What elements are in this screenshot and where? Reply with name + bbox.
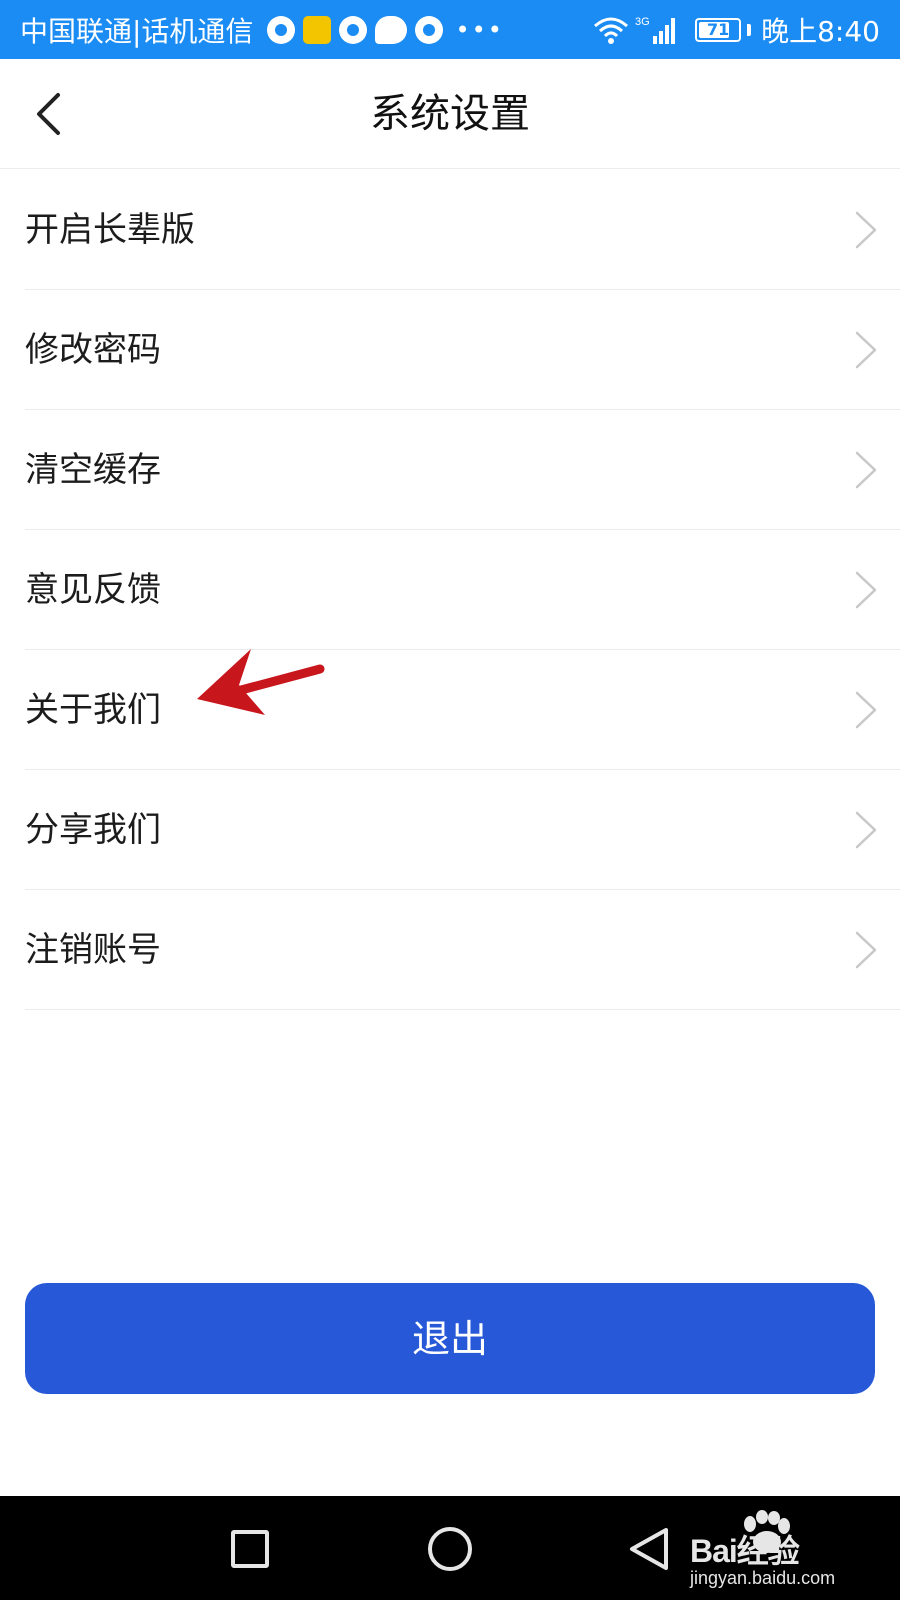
signal-3g-icon: 3G [635, 16, 676, 44]
menu-item-delete-account[interactable]: 注销账号 [25, 890, 900, 1010]
chevron-right-icon [855, 811, 877, 849]
menu-item-clear-cache[interactable]: 清空缓存 [25, 410, 900, 530]
status-right: 3G 71 晚上8:40 [593, 0, 880, 59]
home-icon[interactable] [428, 1527, 472, 1571]
red-arrow-icon [197, 649, 325, 715]
menu-item-label: 清空缓存 [25, 450, 161, 490]
chevron-right-icon [855, 931, 877, 969]
status-bar: 中国联通|话机通信 ••• 3G 71 晚上8:40 [0, 0, 900, 59]
back-triangle-icon[interactable] [626, 1526, 672, 1572]
app-notification-icon [267, 15, 296, 44]
watermark-brand: Bai经验 [690, 1533, 800, 1569]
menu-item-about-us[interactable]: 关于我们 [25, 650, 900, 770]
logout-button[interactable]: 退出 [25, 1283, 875, 1394]
news-app-icon [303, 15, 332, 44]
chevron-right-icon [855, 331, 877, 369]
carrier-name: 中国联通|话机通信 [20, 14, 254, 48]
settings-screen: 中国联通|话机通信 ••• 3G 71 晚上8:40 系统设置 开启长辈版 修改… [0, 0, 900, 1600]
clock-app-icon [415, 15, 444, 44]
menu-item-feedback[interactable]: 意见反馈 [25, 530, 900, 650]
menu-item-label: 修改密码 [25, 330, 161, 370]
menu-item-share-us[interactable]: 分享我们 [25, 770, 900, 890]
page-title: 系统设置 [370, 91, 530, 137]
chevron-right-icon [855, 691, 877, 729]
battery-icon: 71 [695, 17, 742, 42]
baidu-watermark: Bai经验 jingyan.baidu.com [690, 1508, 890, 1593]
recent-apps-icon[interactable] [231, 1530, 269, 1568]
menu-item-label: 注销账号 [25, 930, 161, 970]
svg-text:3G: 3G [635, 16, 650, 28]
notification-icons: ••• [259, 15, 504, 44]
watermark-site: jingyan.baidu.com [690, 1568, 836, 1588]
menu-item-elder-mode[interactable]: 开启长辈版 [25, 170, 900, 290]
bulb-app-icon [339, 15, 368, 44]
chat-bubble-icon [375, 15, 408, 44]
menu-item-label: 意见反馈 [25, 570, 161, 610]
battery-level: 71 [706, 20, 730, 39]
menu-item-label: 开启长辈版 [25, 210, 195, 250]
status-left: 中国联通|话机通信 ••• [20, 0, 504, 59]
clock-time: 晚上8:40 [761, 14, 880, 48]
chevron-left-icon [37, 93, 60, 135]
menu-item-label: 关于我们 [25, 690, 161, 730]
chevron-right-icon [855, 571, 877, 609]
chevron-right-icon [855, 451, 877, 489]
more-dots-icon: ••• [455, 15, 504, 44]
wifi-icon [594, 17, 629, 44]
settings-menu: 开启长辈版 修改密码 清空缓存 意见反馈 关于我们 分享我们 注销账号 [0, 170, 900, 1010]
back-button[interactable] [20, 79, 90, 149]
menu-item-change-password[interactable]: 修改密码 [25, 290, 900, 410]
chevron-right-icon [855, 211, 877, 249]
battery-tip [747, 23, 752, 36]
title-bar: 系统设置 [0, 59, 900, 169]
menu-item-label: 分享我们 [25, 810, 161, 850]
